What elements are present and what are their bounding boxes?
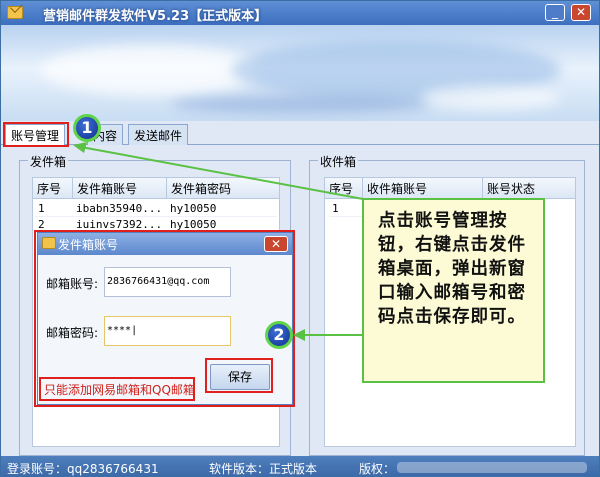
highlight-note [39,377,195,401]
outbox-legend: 发件箱 [28,153,69,170]
table-cell: 1 [35,201,73,217]
close-button[interactable]: ✕ [571,4,591,21]
step-2-badge: 2 [265,321,293,349]
highlight-save-button [205,358,273,393]
column-header[interactable]: 发件箱账号 [73,178,167,199]
column-header[interactable]: 发件箱密码 [167,178,279,199]
instruction-callout: 点击账号管理按钮，右键点击发件箱桌面，弹出新窗口输入邮箱号和密码点击保存即可。 [362,198,545,383]
status-bar: 登录账号：qq2836766431 软件版本：正式版本 版权： [1,456,599,476]
status-login: 登录账号：qq2836766431 [7,462,159,476]
status-version: 软件版本：正式版本 [209,462,318,476]
minimize-button[interactable]: _ [545,4,565,21]
column-header[interactable]: 收件箱账号 [363,178,483,199]
table-cell: ibabn35940... [73,201,167,217]
column-header[interactable]: 序号 [325,178,363,199]
inbox-legend: 收件箱 [318,153,359,170]
table-cell: 1 [329,201,363,217]
step-1-badge: 1 [73,114,101,142]
table-cell: hy10050 [167,201,277,217]
status-copyright-value-blurred [397,462,587,473]
main-window: 营销邮件群发软件V5.23【正式版本】 _ ✕ 账号管理 内容 发送邮件 发件箱… [0,0,600,477]
column-header[interactable]: 序号 [33,178,73,199]
window-title: 营销邮件群发软件V5.23【正式版本】 [43,9,268,24]
title-bar[interactable]: 营销邮件群发软件V5.23【正式版本】 _ ✕ [1,1,599,25]
highlight-account-tab [3,122,69,147]
tab-send-mail[interactable]: 发送邮件 [128,124,189,145]
header-banner [1,25,599,121]
column-header[interactable]: 账号状态 [483,178,575,199]
mail-icon [7,6,23,19]
status-copyright: 版权： [359,462,396,476]
